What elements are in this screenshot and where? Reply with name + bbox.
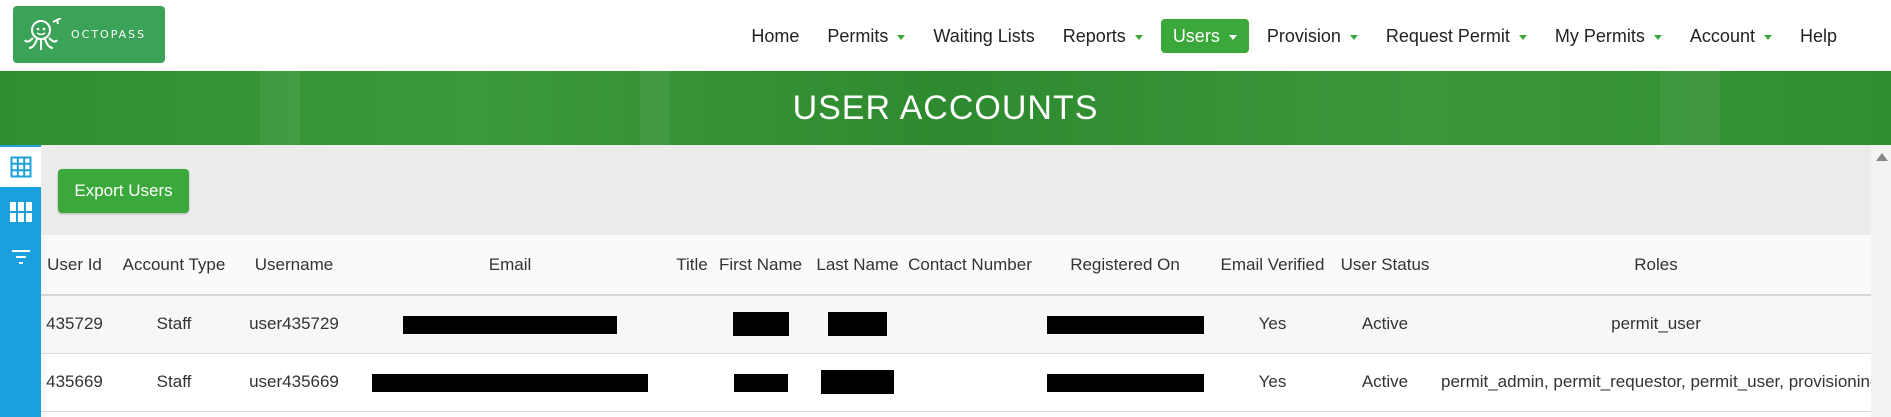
octopass-logo[interactable]: OCTOPASS [13, 6, 165, 63]
users-table: User Id Account Type Username Email Titl… [41, 235, 1871, 412]
nav-help[interactable]: Help [1786, 19, 1851, 53]
nav-provision-label: Provision [1266, 25, 1341, 46]
cell-contact-number [906, 295, 1034, 354]
cell-user-id: 435669 [41, 353, 108, 412]
logo-text: OCTOPASS [71, 28, 147, 41]
nav-permits-label: Permits [827, 25, 889, 46]
redacted-last-name [828, 312, 887, 337]
export-users-button[interactable]: Export Users [58, 169, 189, 213]
column-header-account-type[interactable]: Account Type [108, 235, 240, 296]
caret-down-icon [1134, 34, 1143, 40]
cell-account-type: Staff [108, 295, 240, 354]
nav-help-label: Help [1799, 25, 1837, 46]
caret-down-icon [1349, 34, 1358, 40]
cell-title [672, 295, 712, 354]
cell-title [672, 353, 712, 412]
nav-waiting-lists-label: Waiting Lists [933, 25, 1035, 46]
cell-user-id: 435729 [41, 295, 108, 354]
caret-down-icon [1763, 34, 1772, 40]
nav-reports-label: Reports [1062, 25, 1126, 46]
nav-provision[interactable]: Provision [1253, 19, 1372, 53]
filter-icon [11, 250, 30, 264]
tile-view-button[interactable] [0, 192, 41, 232]
nav-my-permits[interactable]: My Permits [1541, 19, 1676, 53]
redacted-first-name [732, 312, 789, 337]
cell-first-name [712, 295, 809, 354]
grid-view-button[interactable] [0, 147, 41, 187]
cell-email [348, 295, 672, 354]
cell-last-name [809, 295, 906, 354]
redacted-email [372, 373, 648, 392]
cell-registered-on [1034, 353, 1216, 412]
nav-waiting-lists[interactable]: Waiting Lists [919, 19, 1048, 53]
caret-down-icon [1653, 34, 1662, 40]
view-toolbar [0, 145, 41, 417]
redacted-registered-on [1046, 315, 1204, 334]
caret-down-icon [897, 34, 906, 40]
column-header-contact-number[interactable]: Contact Number [906, 235, 1034, 296]
cell-username: user435669 [240, 353, 348, 412]
redacted-first-name [733, 373, 788, 392]
table-row[interactable]: 435729 Staff user435729 Yes Active permi… [41, 295, 1871, 354]
table-header-row: User Id Account Type Username Email Titl… [41, 235, 1871, 296]
redacted-last-name [821, 370, 894, 394]
grid-table-icon [10, 156, 31, 178]
cell-roles: permit_user [1441, 295, 1871, 354]
caret-down-icon [1228, 34, 1237, 40]
column-header-first-name[interactable]: First Name [712, 235, 809, 296]
nav-request-permit-label: Request Permit [1385, 25, 1510, 46]
page-title: USER ACCOUNTS [792, 88, 1099, 127]
filter-button[interactable] [0, 237, 41, 277]
nav-reports[interactable]: Reports [1049, 19, 1157, 53]
main-nav: Home Permits Waiting Lists Reports Users… [737, 19, 1851, 53]
column-header-user-id[interactable]: User Id [41, 235, 108, 296]
column-header-username[interactable]: Username [240, 235, 348, 296]
vertical-scrollbar[interactable] [1871, 145, 1891, 417]
redacted-registered-on [1046, 373, 1204, 392]
top-navbar: OCTOPASS Home Permits Waiting Lists Repo… [0, 0, 1891, 71]
cell-last-name [809, 353, 906, 412]
column-header-title[interactable]: Title [672, 235, 712, 296]
cell-user-status: Active [1329, 295, 1441, 354]
tiles-icon [9, 202, 32, 222]
nav-account-label: Account [1689, 25, 1755, 46]
caret-down-icon [1518, 34, 1527, 40]
column-header-roles[interactable]: Roles [1441, 235, 1871, 296]
nav-home[interactable]: Home [737, 19, 813, 53]
nav-request-permit[interactable]: Request Permit [1372, 19, 1541, 53]
octopus-logo-icon [24, 17, 62, 50]
cell-user-status: Active [1329, 353, 1441, 412]
column-header-user-status[interactable]: User Status [1329, 235, 1441, 296]
column-header-registered-on[interactable]: Registered On [1034, 235, 1216, 296]
cell-account-type: Staff [108, 353, 240, 412]
table-row[interactable]: 435669 Staff user435669 Yes Active permi… [41, 353, 1871, 412]
cell-roles: permit_admin, permit_requestor, permit_u… [1441, 353, 1871, 412]
cell-contact-number [906, 353, 1034, 412]
cell-registered-on [1034, 295, 1216, 354]
column-header-email-verified[interactable]: Email Verified [1216, 235, 1329, 296]
cell-first-name [712, 353, 809, 412]
cell-email-verified: Yes [1216, 353, 1329, 412]
user-accounts-panel: Export Users User Id Account Type Userna… [41, 145, 1871, 417]
cell-username: user435729 [240, 295, 348, 354]
column-header-last-name[interactable]: Last Name [809, 235, 906, 296]
column-header-email[interactable]: Email [348, 235, 672, 296]
nav-my-permits-label: My Permits [1554, 25, 1645, 46]
nav-users-label: Users [1172, 25, 1220, 46]
cell-email [348, 353, 672, 412]
page-banner: USER ACCOUNTS [0, 71, 1891, 145]
nav-home-label: Home [751, 25, 800, 46]
nav-users[interactable]: Users [1160, 19, 1249, 53]
redacted-email [403, 315, 617, 334]
nav-account[interactable]: Account [1676, 19, 1786, 53]
scroll-up-arrow-icon[interactable] [1876, 153, 1888, 161]
cell-email-verified: Yes [1216, 295, 1329, 354]
actions-bar: Export Users [41, 145, 1871, 235]
nav-permits[interactable]: Permits [813, 19, 919, 53]
